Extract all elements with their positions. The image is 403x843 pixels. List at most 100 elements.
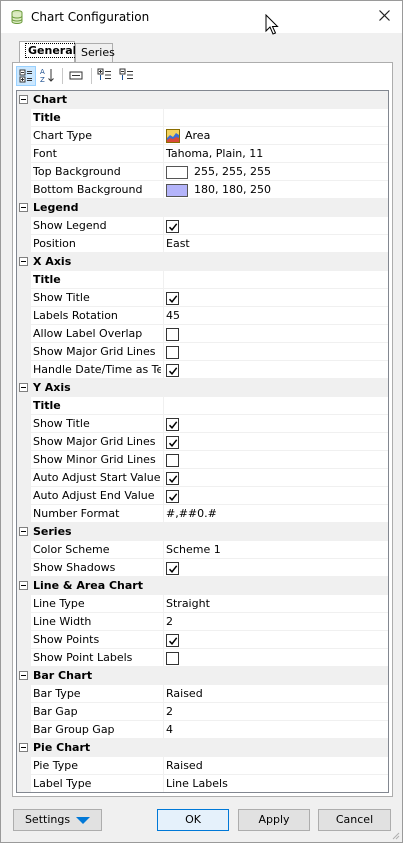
property-labels-rotation[interactable]: Labels Rotation 45 xyxy=(17,307,388,325)
property-line-type[interactable]: Line Type Straight xyxy=(17,595,388,613)
category-legend[interactable]: Legend xyxy=(17,199,388,217)
checkbox[interactable] xyxy=(166,220,179,233)
property-value[interactable]: Tahoma, Plain, 11 xyxy=(166,145,263,163)
column-divider[interactable] xyxy=(163,505,164,523)
checkbox[interactable] xyxy=(166,472,179,485)
tab-series[interactable]: Series xyxy=(75,43,115,63)
column-divider[interactable] xyxy=(163,685,164,703)
expand-all-button[interactable] xyxy=(96,66,116,86)
column-divider[interactable] xyxy=(163,469,164,487)
category-bar-chart[interactable]: Bar Chart xyxy=(17,667,388,685)
collapse-icon[interactable] xyxy=(19,527,28,536)
collapse-icon[interactable] xyxy=(19,743,28,752)
collapse-icon[interactable] xyxy=(19,671,28,680)
checkbox[interactable] xyxy=(166,436,179,449)
collapse-icon[interactable] xyxy=(19,95,28,104)
category-line-area-chart[interactable]: Line & Area Chart xyxy=(17,577,388,595)
column-divider[interactable] xyxy=(163,451,164,469)
category-x-axis[interactable]: X Axis xyxy=(17,253,388,271)
property-value[interactable]: Scheme 1 xyxy=(166,541,221,559)
ok-button[interactable]: OK xyxy=(157,809,229,831)
column-divider[interactable] xyxy=(163,325,164,343)
column-divider[interactable] xyxy=(163,217,164,235)
property-show-major-grid-lines[interactable]: Show Major Grid Lines xyxy=(17,343,388,361)
checkbox[interactable] xyxy=(166,418,179,431)
property-value[interactable]: 2 xyxy=(166,703,173,721)
property-value[interactable]: #,##0.# xyxy=(166,505,217,523)
column-divider[interactable] xyxy=(163,487,164,505)
property-show-minor-grid-lines[interactable]: Show Minor Grid Lines xyxy=(17,451,388,469)
property-position[interactable]: Position East xyxy=(17,235,388,253)
collapse-icon[interactable] xyxy=(19,581,28,590)
checkbox[interactable] xyxy=(166,490,179,503)
property-allow-label-overlap[interactable]: Allow Label Overlap xyxy=(17,325,388,343)
apply-button[interactable]: Apply xyxy=(238,809,310,831)
column-divider[interactable] xyxy=(163,595,164,613)
property-pages-button[interactable] xyxy=(67,66,87,86)
property-show-title[interactable]: Show Title xyxy=(17,289,388,307)
sub-property-title[interactable]: Title xyxy=(17,271,388,289)
column-divider[interactable] xyxy=(163,397,164,415)
property-bar-type[interactable]: Bar Type Raised xyxy=(17,685,388,703)
checkbox[interactable] xyxy=(166,634,179,647)
property-handle-date-time-as-text[interactable]: Handle Date/Time as Text xyxy=(17,361,388,379)
column-divider[interactable] xyxy=(163,649,164,667)
property-line-width[interactable]: Line Width 2 xyxy=(17,613,388,631)
color-swatch[interactable] xyxy=(166,166,188,179)
property-show-legend[interactable]: Show Legend xyxy=(17,217,388,235)
property-label-type[interactable]: Label Type Line Labels xyxy=(17,775,388,792)
property-pie-type[interactable]: Pie Type Raised xyxy=(17,757,388,775)
property-value[interactable]: 255, 255, 255 xyxy=(194,163,271,181)
checkbox[interactable] xyxy=(166,454,179,467)
column-divider[interactable] xyxy=(163,163,164,181)
column-divider[interactable] xyxy=(163,109,164,127)
column-divider[interactable] xyxy=(163,127,164,145)
property-value[interactable]: 180, 180, 250 xyxy=(194,181,271,199)
property-font[interactable]: Font Tahoma, Plain, 11 xyxy=(17,145,388,163)
tab-general[interactable]: General xyxy=(19,41,80,63)
column-divider[interactable] xyxy=(163,145,164,163)
property-auto-adjust-start-value[interactable]: Auto Adjust Start Value xyxy=(17,469,388,487)
property-value[interactable]: East xyxy=(166,235,190,253)
checkbox[interactable] xyxy=(166,346,179,359)
resize-grip-icon[interactable] xyxy=(390,830,400,840)
column-divider[interactable] xyxy=(163,271,164,289)
property-value[interactable]: Raised xyxy=(166,685,203,703)
property-chart-type[interactable]: Chart Type Area xyxy=(17,127,388,145)
category-chart[interactable]: Chart xyxy=(17,91,388,109)
close-button[interactable] xyxy=(374,6,394,26)
checkbox[interactable] xyxy=(166,364,179,377)
property-value[interactable]: Straight xyxy=(166,595,210,613)
color-swatch[interactable] xyxy=(166,184,188,197)
checkbox[interactable] xyxy=(166,562,179,575)
column-divider[interactable] xyxy=(163,775,164,792)
property-value[interactable]: Area xyxy=(185,127,210,145)
category-y-axis[interactable]: Y Axis xyxy=(17,379,388,397)
column-divider[interactable] xyxy=(163,703,164,721)
property-bottom-background[interactable]: Bottom Background 180, 180, 250 xyxy=(17,181,388,199)
column-divider[interactable] xyxy=(163,631,164,649)
alphabetical-view-button[interactable]: A Z xyxy=(38,66,58,86)
checkbox[interactable] xyxy=(166,328,179,341)
sub-property-title[interactable]: Title xyxy=(17,109,388,127)
property-value[interactable]: 45 xyxy=(166,307,180,325)
property-show-points[interactable]: Show Points xyxy=(17,631,388,649)
settings-button[interactable]: Settings xyxy=(13,809,102,831)
collapse-all-button[interactable] xyxy=(118,66,138,86)
property-top-background[interactable]: Top Background 255, 255, 255 xyxy=(17,163,388,181)
column-divider[interactable] xyxy=(163,181,164,199)
property-auto-adjust-end-value[interactable]: Auto Adjust End Value xyxy=(17,487,388,505)
column-divider[interactable] xyxy=(163,415,164,433)
cancel-button[interactable]: Cancel xyxy=(318,809,391,831)
column-divider[interactable] xyxy=(163,559,164,577)
property-value[interactable]: 2 xyxy=(166,613,173,631)
sub-property-title[interactable]: Title xyxy=(17,397,388,415)
column-divider[interactable] xyxy=(163,613,164,631)
property-color-scheme[interactable]: Color Scheme Scheme 1 xyxy=(17,541,388,559)
column-divider[interactable] xyxy=(163,757,164,775)
column-divider[interactable] xyxy=(163,541,164,559)
property-show-shadows[interactable]: Show Shadows xyxy=(17,559,388,577)
column-divider[interactable] xyxy=(163,289,164,307)
categorized-view-button[interactable] xyxy=(16,66,36,86)
column-divider[interactable] xyxy=(163,721,164,739)
